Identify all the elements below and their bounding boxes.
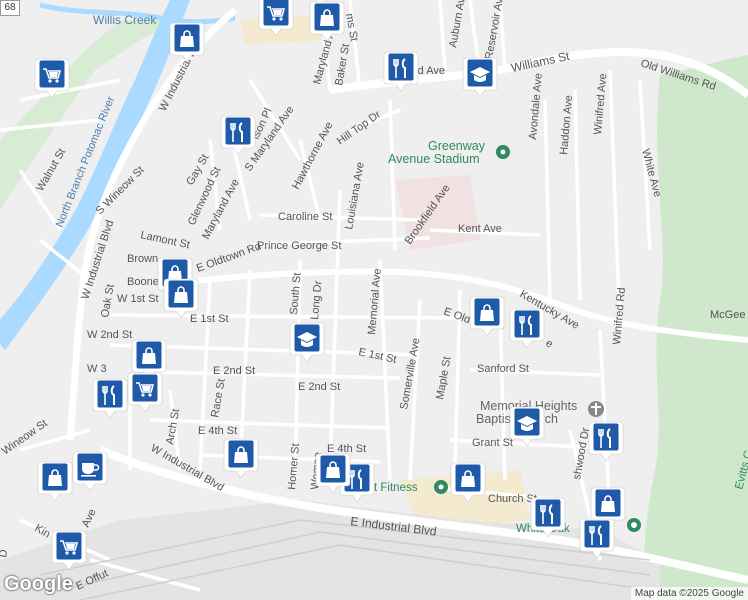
street-rd-ave: rd Ave	[414, 65, 445, 77]
map-attribution[interactable]: Map data ©2025 Google	[630, 587, 748, 600]
street-prince-george-st: Prince George St	[257, 240, 341, 252]
street-mcgee: McGee	[710, 309, 745, 321]
street-caroline-st: Caroline St	[278, 211, 332, 223]
route-badge: 68	[0, 0, 20, 16]
church-poi-icon[interactable]	[588, 401, 604, 417]
google-logo[interactable]: Google	[4, 573, 73, 596]
creek-label: Willis Creek	[93, 13, 157, 27]
street-grant-st: Grant St	[472, 437, 513, 449]
stadium-label-1: Greenway	[428, 139, 486, 153]
white-oak-poi-icon[interactable]	[627, 518, 641, 532]
street-brown: Brown	[127, 253, 158, 265]
fitness-label: t Fitness	[374, 482, 418, 494]
stadium-poi-icon[interactable]	[496, 145, 510, 159]
stadium-label-2: Avenue Stadium	[388, 152, 480, 166]
fitness-poi-icon[interactable]	[434, 480, 448, 494]
street-e-1st-st: E 1st St	[190, 313, 229, 325]
street-e-4th-st: E 4th St	[198, 425, 237, 437]
street-e-2nd-st-2: E 2nd St	[298, 381, 340, 393]
street-e-4th-st-2: E 4th St	[327, 443, 366, 455]
street-e-2nd-st: E 2nd St	[213, 365, 255, 377]
street-kent-ave: Kent Ave	[458, 223, 502, 235]
street-boone: Boone	[127, 276, 159, 288]
street-church-st: Church St	[488, 493, 537, 505]
street-w-1st-st: W 1st St	[117, 293, 159, 305]
street-sanford-st: Sanford St	[477, 363, 529, 375]
street-w-2nd-st: W 2nd St	[87, 329, 132, 341]
map-canvas[interactable]: Willis Creek North Branch Potomac River …	[0, 0, 748, 600]
street-w-3rd: W 3	[87, 363, 107, 375]
